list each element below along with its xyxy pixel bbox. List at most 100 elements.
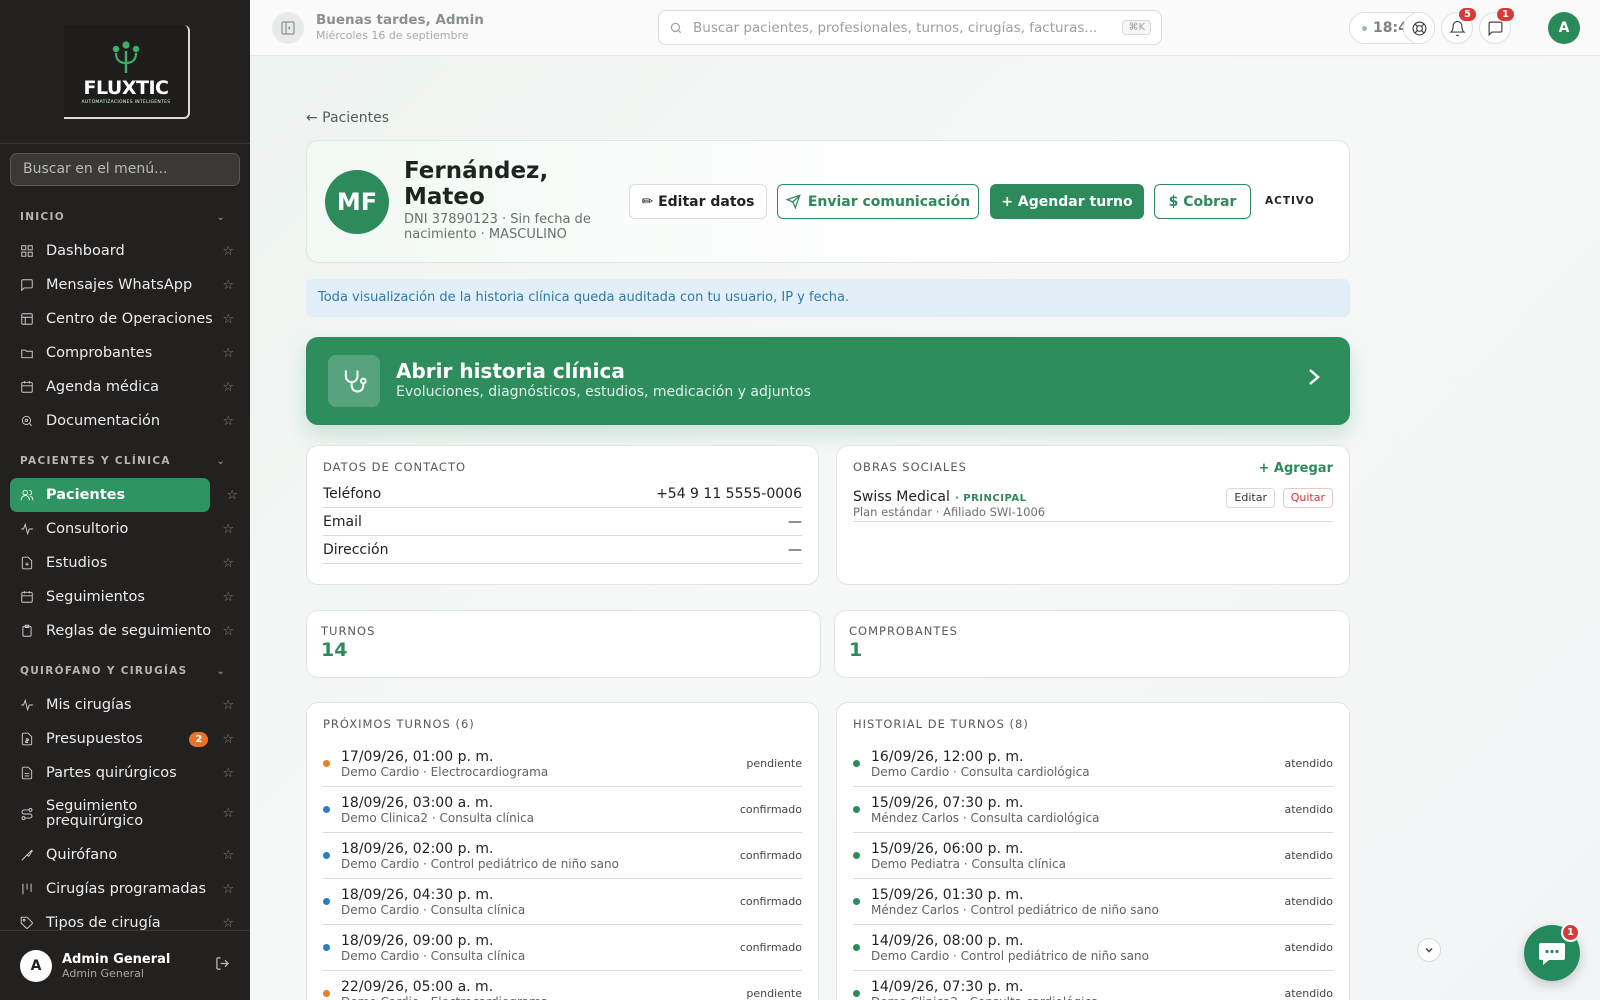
sidebar-item-label: Quirófano bbox=[46, 847, 118, 863]
send-communication-button[interactable]: Enviar comunicación bbox=[777, 184, 979, 219]
appointment-status: atendido bbox=[1284, 895, 1333, 908]
appointment-row[interactable]: 18/09/26, 03:00 a. m. Demo Clinica2 · Con… bbox=[323, 787, 802, 833]
sidebar-item-comprobantes[interactable]: Comprobantes ☆ bbox=[0, 336, 250, 370]
appointment-status: pendiente bbox=[746, 757, 802, 770]
sidebar-section-quirofano-y-cirugias[interactable]: QUIRÓFANO Y CIRUGÍAS ⌄ bbox=[0, 654, 250, 688]
appointment-desc: Demo Cardio · Electrocardiograma bbox=[341, 764, 549, 779]
appointment-row[interactable]: 17/09/26, 01:00 p. m. Demo Cardio · Elect… bbox=[323, 741, 802, 787]
edit-insurance-button[interactable]: Editar bbox=[1226, 488, 1275, 508]
sidebar-item-seguimiento-prequirurgico[interactable]: Seguimiento prequirúrgico ☆ bbox=[0, 790, 250, 838]
star-icon[interactable]: ☆ bbox=[222, 624, 234, 639]
status-dot bbox=[323, 944, 330, 951]
greeting-date: Miércoles 16 de septiembre bbox=[316, 29, 469, 42]
messages-button[interactable]: 1 bbox=[1479, 8, 1514, 44]
sidebar-item-centro-de-operaciones[interactable]: Centro de Operaciones ☆ bbox=[0, 302, 250, 336]
sidebar-item-label: Reglas de seguimiento bbox=[46, 623, 212, 639]
add-insurance-button[interactable]: + Agregar bbox=[1258, 461, 1333, 476]
remove-insurance-button[interactable]: Quitar bbox=[1282, 488, 1333, 508]
star-icon[interactable]: ☆ bbox=[226, 488, 238, 503]
route-icon bbox=[20, 807, 34, 821]
logo-wordmark: FLUXTIC bbox=[83, 76, 169, 99]
appointment-row[interactable]: 16/09/26, 12:00 p. m. Demo Cardio · Consu… bbox=[853, 741, 1333, 787]
appointment-row[interactable]: 22/09/26, 05:00 a. m.Demo Cardio · Elect… bbox=[323, 971, 802, 1000]
appointment-row[interactable]: 15/09/26, 01:30 p. m. Méndez Carlos · Con… bbox=[853, 879, 1333, 925]
patient-name: Fernández, Mateo bbox=[404, 158, 549, 211]
star-icon[interactable]: ☆ bbox=[222, 590, 234, 605]
sidebar-item-label: Pacientes bbox=[46, 487, 126, 503]
pulse-icon bbox=[20, 522, 34, 536]
star-icon[interactable]: ☆ bbox=[222, 522, 234, 537]
appointment-date: 15/09/26, 01:30 p. m. bbox=[871, 886, 1024, 903]
global-search-input[interactable]: Buscar pacientes, profesionales, turnos,… bbox=[658, 10, 1162, 45]
appointment-date: 15/09/26, 06:00 p. m. bbox=[871, 840, 1024, 857]
appointment-date: 14/09/26, 07:30 p. m. bbox=[871, 978, 1024, 995]
sidebar: FLUXTIC AUTOMATIZACIONES INTELIGENTES Bu… bbox=[0, 0, 250, 1000]
appointment-row[interactable]: 14/09/26, 08:00 p. m. Demo Cardio · Contr… bbox=[853, 925, 1333, 971]
appointment-row[interactable]: 18/09/26, 09:00 p. m. Demo Cardio · Consu… bbox=[323, 925, 802, 971]
tag-icon bbox=[20, 916, 34, 930]
appointment-row[interactable]: 15/09/26, 07:30 p. m. Méndez Carlos · Con… bbox=[853, 787, 1333, 833]
sidebar-item-consultorio[interactable]: Consultorio ☆ bbox=[0, 512, 250, 546]
star-icon[interactable]: ☆ bbox=[222, 312, 234, 327]
sidebar-item-reglas-de-seguimiento[interactable]: Reglas de seguimiento ☆ bbox=[0, 614, 250, 648]
user-avatar-button[interactable]: A bbox=[1548, 12, 1580, 44]
star-icon[interactable]: ☆ bbox=[222, 380, 234, 395]
star-icon[interactable]: ☆ bbox=[222, 732, 234, 747]
schedule-appointment-button[interactable]: + Agendar turno bbox=[990, 184, 1144, 219]
star-icon[interactable]: ☆ bbox=[222, 882, 234, 897]
contact-card: DATOS DE CONTACTO Teléfono +54 9 11 5555-… bbox=[306, 445, 819, 585]
calendar-icon bbox=[20, 380, 34, 394]
appointment-row[interactable]: 15/09/26, 06:00 p. m. Demo Pediatra · Con… bbox=[853, 833, 1333, 879]
patient-meta: DNI 37890123 · Sin fecha de nacimiento ·… bbox=[404, 212, 591, 242]
star-icon[interactable]: ☆ bbox=[222, 244, 234, 259]
star-icon[interactable]: ☆ bbox=[222, 556, 234, 571]
charge-button[interactable]: $ Cobrar bbox=[1154, 184, 1251, 219]
sidebar-item-documentacion[interactable]: Documentación ☆ bbox=[0, 404, 250, 438]
menu-search-input[interactable]: Buscar en el menú... bbox=[10, 153, 240, 186]
contact-row: Teléfono +54 9 11 5555-0006 bbox=[323, 480, 802, 508]
scroll-down-button[interactable] bbox=[1417, 938, 1441, 962]
star-icon[interactable]: ☆ bbox=[222, 698, 234, 713]
sidebar-section-pacientes-y-clinica[interactable]: PACIENTES Y CLÍNICA ⌄ bbox=[0, 444, 250, 478]
star-icon[interactable]: ☆ bbox=[222, 766, 234, 781]
star-icon[interactable]: ☆ bbox=[222, 848, 234, 863]
history-title: HISTORIAL DE TURNOS (8) bbox=[853, 717, 1029, 731]
sidebar-item-dashboard[interactable]: Dashboard ☆ bbox=[0, 234, 250, 268]
open-clinical-history-banner[interactable]: Abrir historia clínica Evoluciones, diag… bbox=[306, 337, 1350, 425]
sidebar-item-partes-quirurgicos[interactable]: Partes quirúrgicos ☆ bbox=[0, 756, 250, 790]
back-to-patients-link[interactable]: ← Pacientes bbox=[306, 110, 389, 126]
star-icon[interactable]: ☆ bbox=[222, 414, 234, 429]
avatar[interactable]: A bbox=[20, 949, 52, 982]
sidebar-item-label: Documentación bbox=[46, 413, 161, 429]
appointment-desc: Demo Cardio · Consulta clínica bbox=[341, 902, 526, 917]
contact-value: +54 9 11 5555-0006 bbox=[656, 486, 802, 502]
sidebar-item-agenda-medica[interactable]: Agenda médica ☆ bbox=[0, 370, 250, 404]
edit-patient-button[interactable]: ✏ Editar datos bbox=[629, 184, 767, 219]
sidebar-item-cirugias-programadas[interactable]: Cirugías programadas ☆ bbox=[0, 872, 250, 906]
star-icon[interactable]: ☆ bbox=[222, 916, 234, 931]
appointment-row[interactable]: 18/09/26, 04:30 p. m. Demo Cardio · Consu… bbox=[323, 879, 802, 925]
logout-icon[interactable] bbox=[215, 956, 230, 975]
sidebar-item-mensajes-whatsapp[interactable]: Mensajes WhatsApp ☆ bbox=[0, 268, 250, 302]
folder-icon bbox=[20, 346, 34, 360]
appointment-status: atendido bbox=[1284, 941, 1333, 954]
help-button[interactable] bbox=[1403, 12, 1435, 44]
sidebar-item-quirofano[interactable]: Quirófano ☆ bbox=[0, 838, 250, 872]
sidebar-section-inicio[interactable]: INICIO ⌄ bbox=[0, 200, 250, 234]
sidebar-item-presupuestos[interactable]: Presupuestos 2 ☆ bbox=[0, 722, 250, 756]
sidebar-toggle-button[interactable] bbox=[272, 12, 304, 44]
star-icon[interactable]: ☆ bbox=[222, 346, 234, 361]
appointment-date: 18/09/26, 04:30 p. m. bbox=[341, 886, 494, 903]
appointment-row[interactable]: 14/09/26, 07:30 p. m.Demo Clinica2 · Con… bbox=[853, 971, 1333, 1000]
star-icon[interactable]: ☆ bbox=[222, 807, 234, 821]
brand-logo[interactable]: FLUXTIC AUTOMATIZACIONES INTELIGENTES bbox=[64, 24, 190, 119]
contact-value: — bbox=[788, 542, 802, 558]
sidebar-item-estudios[interactable]: Estudios ☆ bbox=[0, 546, 250, 580]
sidebar-item-seguimientos[interactable]: Seguimientos ☆ bbox=[0, 580, 250, 614]
sidebar-item-pacientes[interactable]: Pacientes ☆ bbox=[10, 478, 238, 512]
star-icon[interactable]: ☆ bbox=[222, 278, 234, 293]
appointment-row[interactable]: 18/09/26, 02:00 p. m. Demo Cardio · Contr… bbox=[323, 833, 802, 879]
appointment-status: pendiente bbox=[746, 987, 802, 1000]
notifications-button[interactable]: 5 bbox=[1441, 8, 1476, 44]
sidebar-item-mis-cirugias[interactable]: Mis cirugías ☆ bbox=[0, 688, 250, 722]
